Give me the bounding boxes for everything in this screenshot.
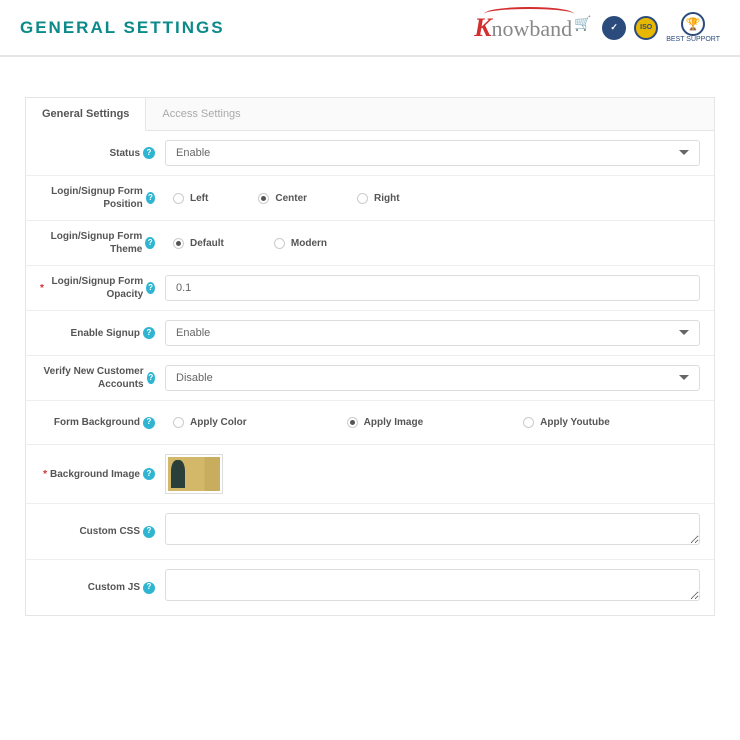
page-title: GENERAL SETTINGS: [20, 18, 225, 38]
label-custom-js: Custom JS ?: [40, 581, 165, 594]
cart-icon: [574, 20, 594, 36]
radio-apply-youtube[interactable]: Apply Youtube: [523, 417, 610, 428]
position-radio-group: Left Center Right: [165, 193, 700, 204]
radio-default[interactable]: Default: [173, 238, 224, 249]
help-icon[interactable]: ?: [143, 147, 155, 159]
row-enable-signup: Enable Signup ? Enable: [26, 311, 714, 356]
help-icon[interactable]: ?: [146, 282, 155, 294]
header-logos: Knowband ✓ ISO 🏆 BEST SUPPORT: [474, 12, 720, 43]
verify-select[interactable]: Disable: [165, 365, 700, 391]
row-background: Form Background ? Apply Color Apply Imag…: [26, 401, 714, 445]
label-bg-image: * Background Image ?: [40, 468, 165, 481]
custom-js-input[interactable]: [165, 569, 700, 601]
row-position: Login/Signup Form Position ? Left Center…: [26, 176, 714, 221]
help-icon[interactable]: ?: [143, 526, 155, 538]
help-icon[interactable]: ?: [146, 192, 155, 204]
radio-right[interactable]: Right: [357, 193, 400, 204]
row-opacity: * Login/Signup Form Opacity ?: [26, 266, 714, 311]
background-radio-group: Apply Color Apply Image Apply Youtube: [165, 417, 700, 428]
label-custom-css: Custom CSS ?: [40, 525, 165, 538]
help-icon[interactable]: ?: [143, 468, 155, 480]
cert-badge: ✓: [602, 16, 626, 40]
radio-modern[interactable]: Modern: [274, 238, 327, 249]
label-opacity: * Login/Signup Form Opacity ?: [40, 275, 165, 301]
trophy-icon: 🏆: [681, 12, 705, 36]
page-header: GENERAL SETTINGS Knowband ✓ ISO 🏆 BEST S…: [0, 0, 740, 57]
row-verify: Verify New Customer Accounts ? Disable: [26, 356, 714, 401]
award-badge: 🏆 BEST SUPPORT: [666, 12, 720, 43]
radio-left[interactable]: Left: [173, 193, 208, 204]
radio-apply-image[interactable]: Apply Image: [347, 417, 423, 428]
label-status: Status ?: [40, 147, 165, 160]
label-theme: Login/Signup Form Theme ?: [40, 230, 165, 256]
row-status: Status ? Enable: [26, 131, 714, 176]
label-verify: Verify New Customer Accounts ?: [40, 365, 165, 391]
tab-general-settings[interactable]: General Settings: [26, 98, 146, 131]
row-custom-js: Custom JS ?: [26, 560, 714, 615]
theme-radio-group: Default Modern: [165, 238, 700, 249]
iso-badge: ISO: [634, 16, 658, 40]
enable-signup-select[interactable]: Enable: [165, 320, 700, 346]
help-icon[interactable]: ?: [145, 237, 155, 249]
label-enable-signup: Enable Signup ?: [40, 327, 165, 340]
knowband-logo: Knowband: [474, 13, 594, 43]
help-icon[interactable]: ?: [143, 582, 155, 594]
bg-image-preview[interactable]: [165, 454, 223, 494]
custom-css-input[interactable]: [165, 513, 700, 545]
settings-panel: General Settings Access Settings Status …: [25, 97, 715, 616]
label-position: Login/Signup Form Position ?: [40, 185, 165, 211]
opacity-input[interactable]: [165, 275, 700, 301]
tab-access-settings[interactable]: Access Settings: [146, 98, 256, 130]
status-select[interactable]: Enable: [165, 140, 700, 166]
row-bg-image: * Background Image ?: [26, 445, 714, 504]
row-custom-css: Custom CSS ?: [26, 504, 714, 560]
help-icon[interactable]: ?: [143, 327, 155, 339]
label-background: Form Background ?: [40, 416, 165, 429]
help-icon[interactable]: ?: [143, 417, 155, 429]
row-theme: Login/Signup Form Theme ? Default Modern: [26, 221, 714, 266]
tabs-nav: General Settings Access Settings: [26, 98, 714, 131]
help-icon[interactable]: ?: [147, 372, 155, 384]
radio-center[interactable]: Center: [258, 193, 307, 204]
content-area: General Settings Access Settings Status …: [0, 57, 740, 616]
radio-apply-color[interactable]: Apply Color: [173, 417, 247, 428]
